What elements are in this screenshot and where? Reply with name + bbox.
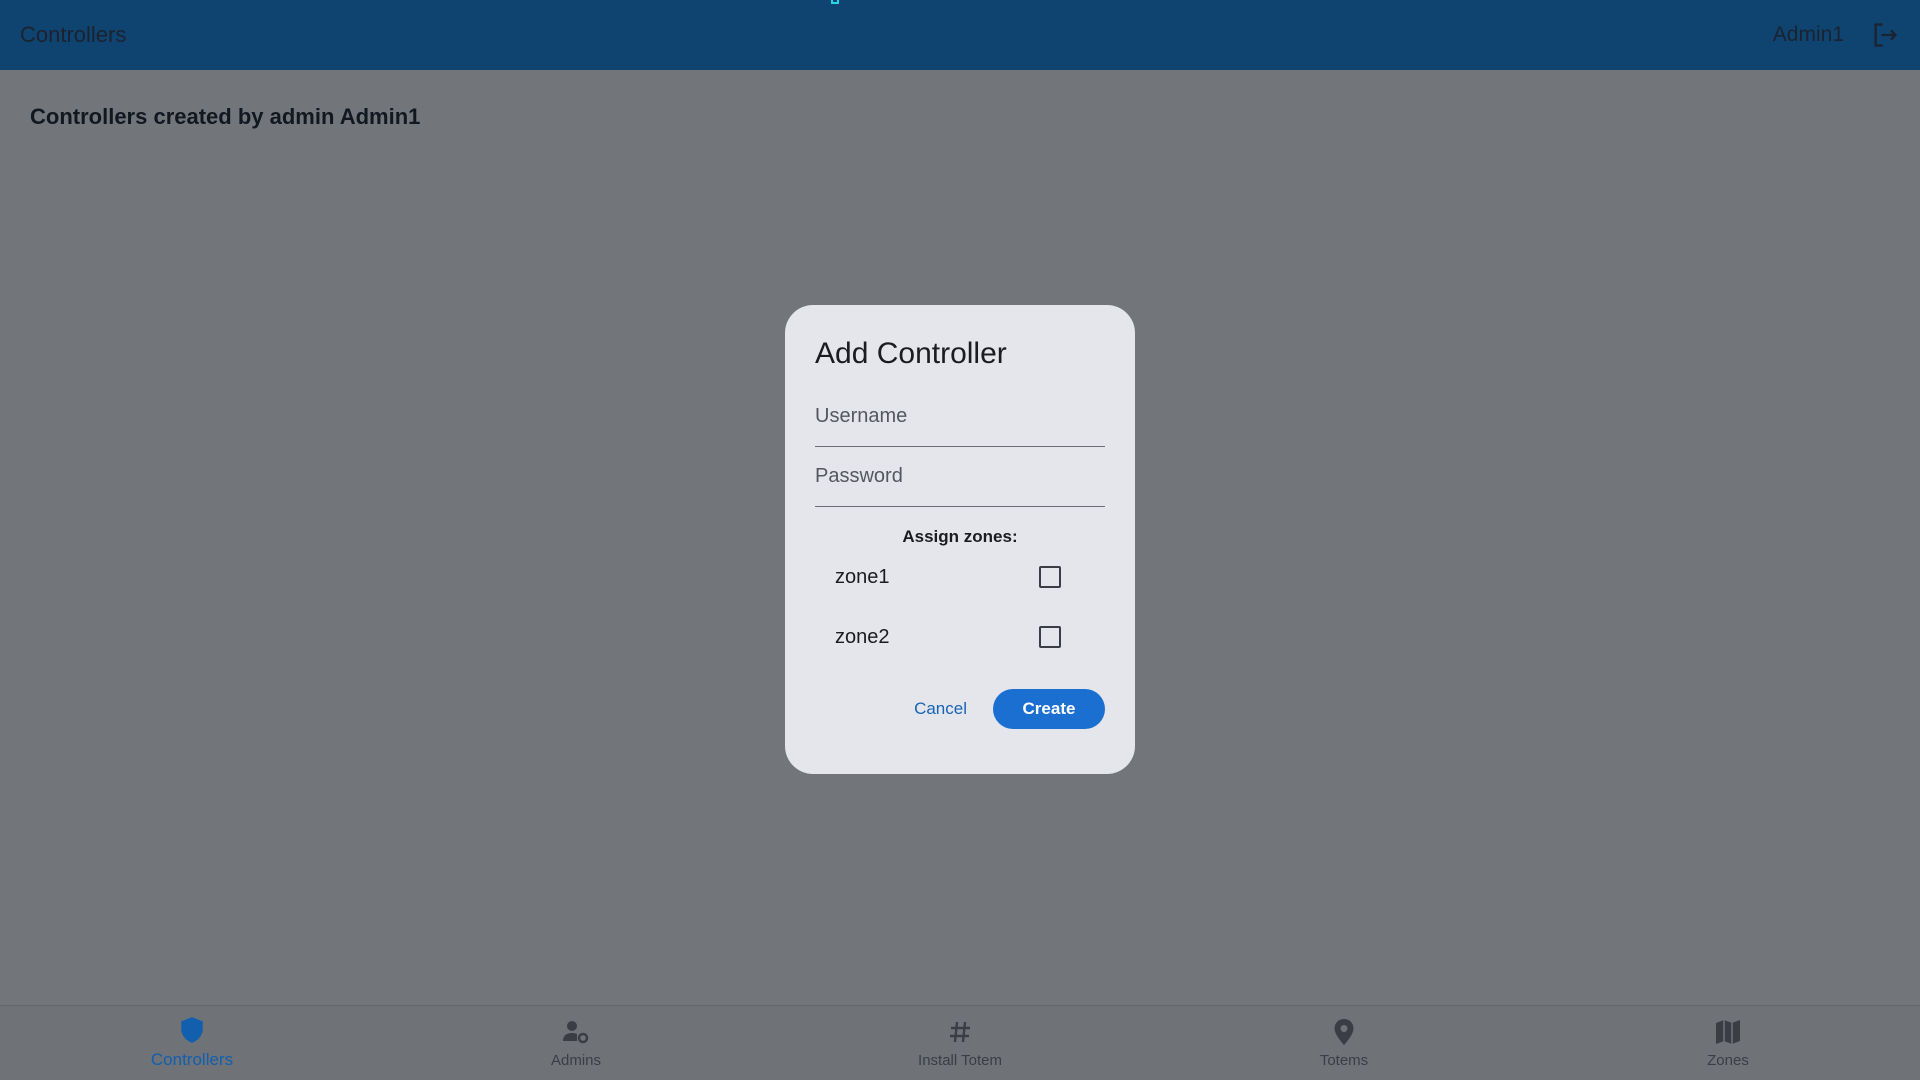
nav-label: Install Totem xyxy=(918,1051,1002,1069)
dialog-title: Add Controller xyxy=(815,337,1007,370)
nav-item-controllers[interactable]: Controllers xyxy=(0,1006,384,1080)
shield-icon xyxy=(178,1016,206,1044)
cancel-button[interactable]: Cancel xyxy=(914,699,967,719)
nav-label: Totems xyxy=(1319,1051,1369,1069)
nav-item-zones[interactable]: Zones xyxy=(1536,1006,1920,1080)
drag-indicator xyxy=(831,0,839,4)
zone1-checkbox[interactable] xyxy=(1039,566,1061,588)
admin-settings-icon xyxy=(562,1018,590,1046)
zone2-checkbox[interactable] xyxy=(1039,626,1061,648)
password-field-container xyxy=(815,447,1105,507)
password-input[interactable] xyxy=(815,447,1105,506)
bottom-navigation: Controllers Admins Install Totem Totems xyxy=(0,1005,1920,1080)
nav-item-admins[interactable]: Admins xyxy=(384,1006,768,1080)
dialog-actions: Cancel Create xyxy=(815,689,1105,729)
zone-row-zone1: zone1 xyxy=(815,547,1105,607)
user-name: Admin1 xyxy=(1772,23,1844,46)
app-bar-actions: Admin1 xyxy=(1773,20,1900,50)
app-title: Controllers xyxy=(20,22,127,47)
assign-zones-label: Assign zones: xyxy=(902,527,1018,546)
username-input[interactable] xyxy=(815,387,1105,446)
zone-label: zone2 xyxy=(835,625,890,648)
location-pin-icon xyxy=(1330,1018,1358,1046)
nav-label: Controllers xyxy=(150,1050,234,1069)
add-controller-dialog: Add Controller Assign zones: zone1 zone2… xyxy=(785,305,1135,774)
hashtag-icon xyxy=(946,1018,974,1046)
map-icon xyxy=(1714,1018,1742,1046)
zone-label: zone1 xyxy=(835,565,890,588)
nav-label: Zones xyxy=(1707,1051,1749,1069)
app-bar: Controllers Admin1 xyxy=(0,0,1920,70)
nav-label: Admins xyxy=(550,1051,602,1069)
zone-row-zone2: zone2 xyxy=(815,607,1105,667)
logout-button[interactable] xyxy=(1870,20,1900,50)
page-heading: Controllers created by admin Admin1 xyxy=(30,104,421,129)
create-button[interactable]: Create xyxy=(993,689,1105,729)
nav-item-totems[interactable]: Totems xyxy=(1152,1006,1536,1080)
username-field-container xyxy=(815,387,1105,447)
nav-item-install-totem[interactable]: Install Totem xyxy=(768,1006,1152,1080)
logout-icon xyxy=(1874,23,1898,47)
